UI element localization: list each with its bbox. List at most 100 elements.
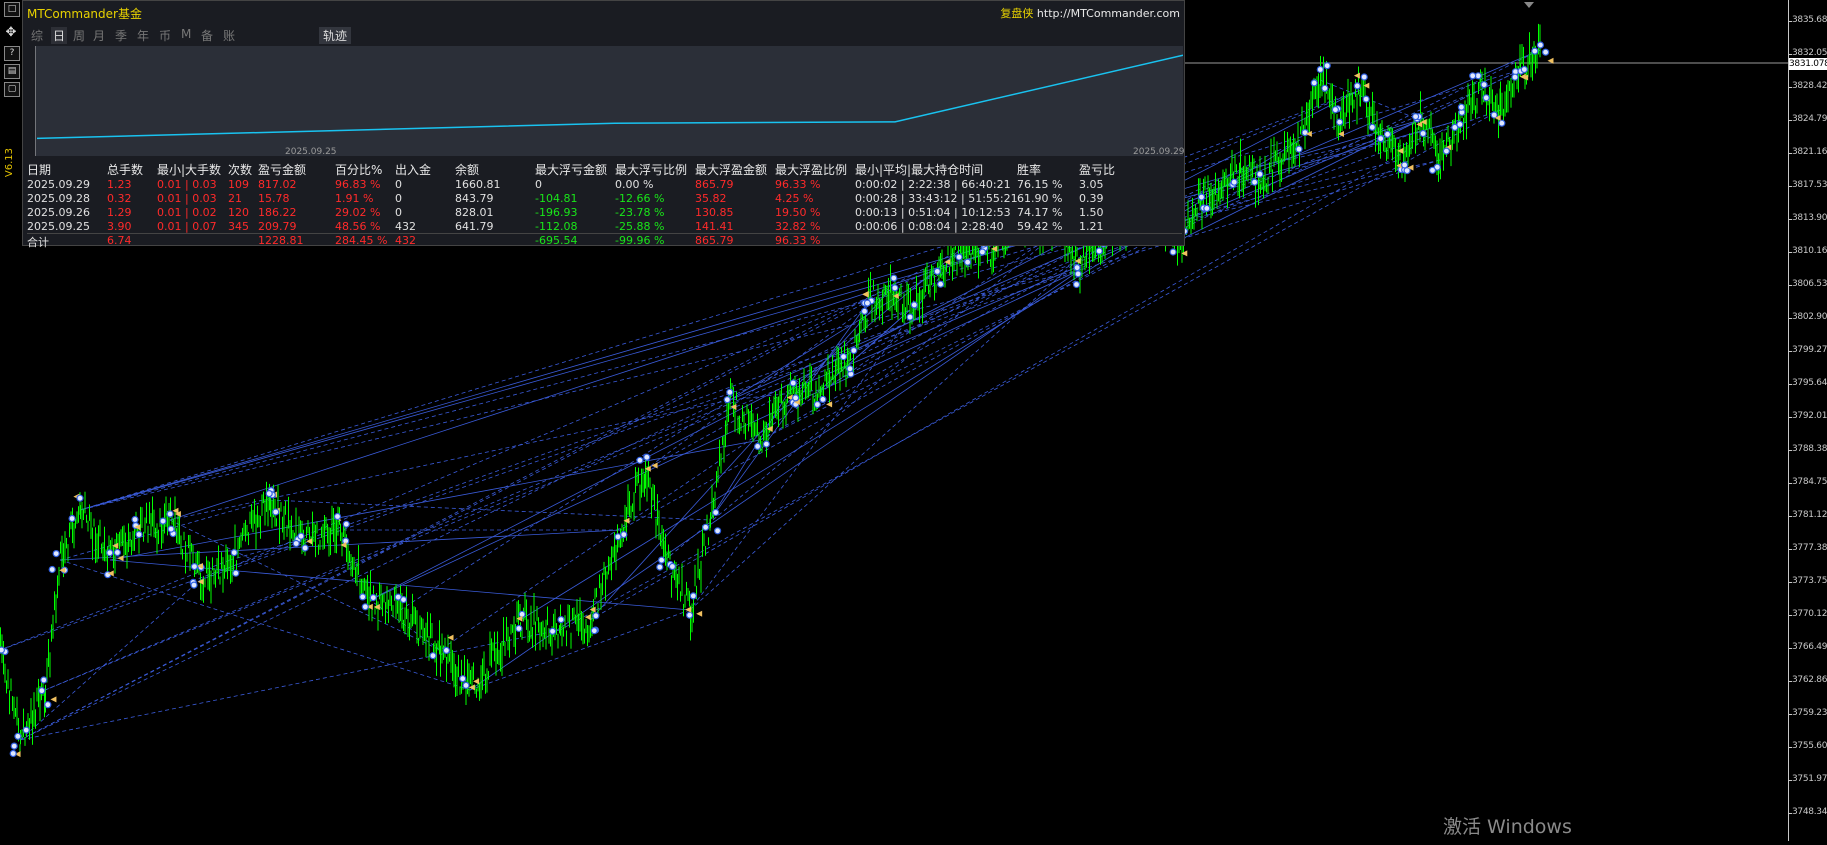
candle xyxy=(567,604,569,622)
candle xyxy=(871,304,873,322)
candle xyxy=(818,374,820,398)
candle xyxy=(33,692,35,727)
list-icon[interactable]: ▤ xyxy=(4,64,20,79)
candle xyxy=(748,409,749,432)
trade-line xyxy=(79,269,1081,511)
help-icon[interactable]: ? xyxy=(4,46,20,61)
candle xyxy=(1370,106,1372,116)
candle xyxy=(1321,70,1323,97)
table-cell: -104.81 xyxy=(535,192,578,205)
candle xyxy=(64,531,66,564)
brand-link-url[interactable]: http://MTCommander.com xyxy=(1037,7,1180,20)
candle xyxy=(940,253,941,278)
candle xyxy=(322,523,324,550)
candle xyxy=(1521,44,1523,65)
candle xyxy=(431,623,433,639)
trade-marker xyxy=(135,530,143,539)
candle xyxy=(90,512,92,539)
candle xyxy=(752,413,754,442)
trade-marker xyxy=(1301,129,1309,137)
candle xyxy=(1475,105,1476,119)
candle xyxy=(458,654,459,678)
candle xyxy=(799,378,800,403)
trade-marker xyxy=(1230,178,1238,186)
tab-2[interactable]: 周 xyxy=(73,27,85,44)
candle xyxy=(291,515,292,539)
trade-marker xyxy=(685,611,694,619)
trade-marker xyxy=(657,556,666,564)
candle xyxy=(404,607,406,635)
move-icon[interactable]: ✥ xyxy=(4,26,18,39)
table-cell: 1.21 xyxy=(1079,220,1104,233)
candle xyxy=(570,632,572,649)
trade-marker xyxy=(656,563,664,571)
table-cell: 109 xyxy=(228,178,249,191)
tab-5[interactable]: 年 xyxy=(137,27,149,44)
table-cell: 432 xyxy=(395,234,416,247)
price-axis[interactable]: 3835.680 3832.050 3828.420 3824.790 3821.160… xyxy=(1788,0,1827,841)
trade-marker xyxy=(1511,73,1519,81)
curve-date-start: 2025.09.25 xyxy=(285,147,337,157)
candle xyxy=(1237,176,1239,196)
candle xyxy=(183,531,185,541)
screenshot-icon[interactable]: ▢ xyxy=(4,82,20,97)
trade-marker xyxy=(668,562,677,571)
candle xyxy=(36,687,38,702)
trade-marker xyxy=(689,592,697,600)
candle xyxy=(413,606,415,625)
candle xyxy=(1201,197,1203,230)
arrow-marker xyxy=(50,696,57,703)
candle xyxy=(1409,133,1410,157)
candle xyxy=(563,626,564,637)
tab-6[interactable]: 币 xyxy=(159,27,171,44)
candle xyxy=(179,516,180,545)
candle xyxy=(782,400,784,429)
table-cell: 828.01 xyxy=(455,206,494,219)
candle xyxy=(584,628,585,644)
tab-1[interactable]: 日 xyxy=(51,27,68,44)
candle xyxy=(785,398,787,425)
tab-4[interactable]: 季 xyxy=(115,27,127,44)
candle xyxy=(1429,118,1430,129)
trade-marker xyxy=(462,681,470,690)
candle xyxy=(900,283,902,297)
candle xyxy=(321,526,322,538)
candle xyxy=(532,627,533,648)
candle xyxy=(668,544,669,558)
candle xyxy=(863,316,865,331)
candle xyxy=(1492,89,1493,111)
candle xyxy=(876,296,877,315)
trade-marker xyxy=(106,549,114,557)
tab-7[interactable]: M xyxy=(181,27,191,41)
candle xyxy=(1282,153,1284,165)
candle xyxy=(575,614,576,625)
tab-0[interactable]: 综 xyxy=(31,27,43,44)
candle xyxy=(811,366,812,391)
candle xyxy=(681,563,683,596)
candle xyxy=(1318,73,1319,109)
tab-8[interactable]: 备 xyxy=(201,27,213,44)
candle xyxy=(889,291,891,312)
candle xyxy=(440,645,441,677)
candle xyxy=(877,284,879,309)
equity-curve-svg xyxy=(35,46,1183,156)
tab-3[interactable]: 月 xyxy=(93,27,105,44)
candle xyxy=(600,583,602,610)
candle xyxy=(703,533,705,547)
candle xyxy=(826,371,827,386)
window-icon[interactable]: □ xyxy=(4,2,20,17)
tab-track[interactable]: 轨迹 xyxy=(319,27,352,44)
candle xyxy=(806,383,808,399)
trade-marker xyxy=(1360,73,1368,81)
candle xyxy=(587,625,588,647)
price-tick-label: 3759.230 xyxy=(1792,708,1827,718)
candle xyxy=(865,314,866,333)
table-cell: 0.01 | 0.02 xyxy=(157,206,217,219)
candle xyxy=(131,539,132,556)
candle xyxy=(1435,135,1436,157)
table-cell: 2025.09.25 xyxy=(27,220,90,233)
candle xyxy=(286,525,288,537)
candle xyxy=(1260,184,1261,194)
brand-link[interactable]: 复盘侠 http://MTCommander.com xyxy=(1000,5,1180,21)
trade-marker xyxy=(557,615,565,624)
